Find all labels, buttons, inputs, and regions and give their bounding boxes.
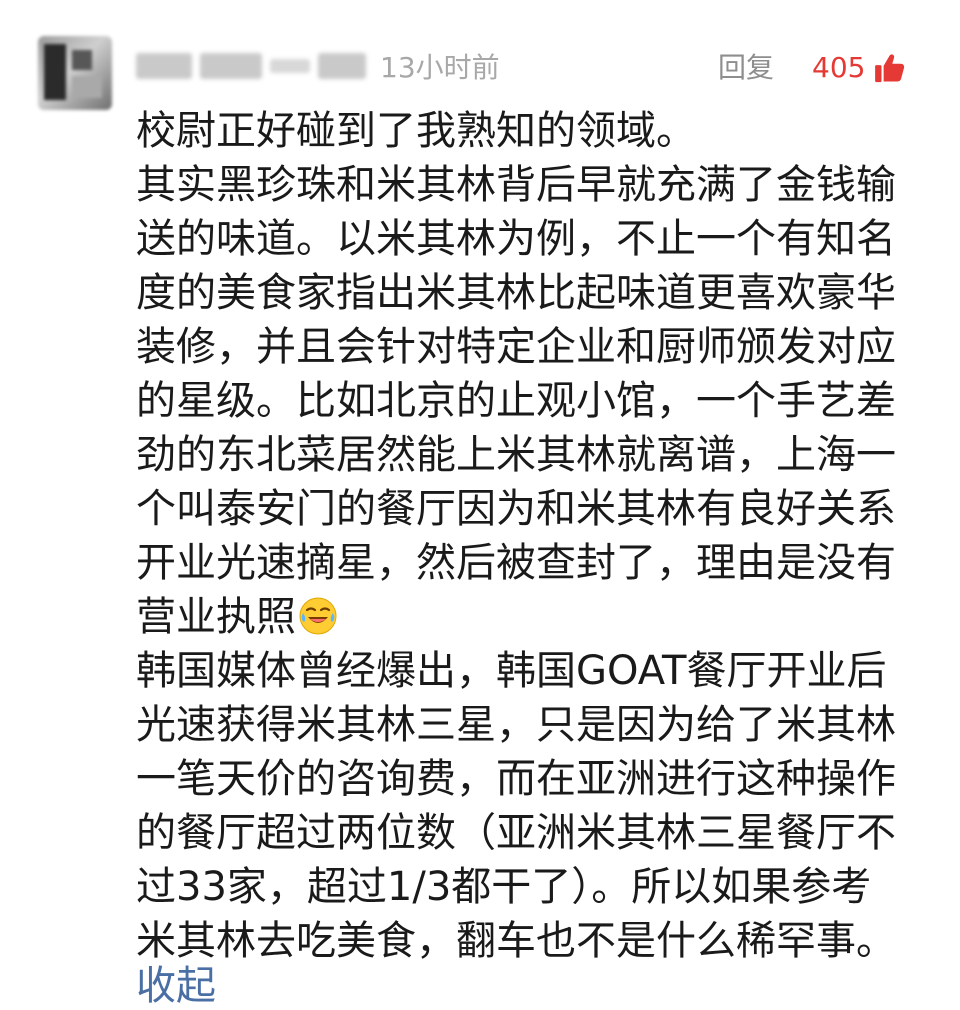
- comment-card: 13小时前 回复 405 校尉正好碰到了我熟知的领域。 其实黑珍珠和米其林背后早…: [0, 0, 960, 1009]
- comment-line: 一笔天价的咨询费，而在亚洲进行这种操作: [136, 756, 896, 802]
- avatar[interactable]: [38, 36, 112, 110]
- comment-line: 开业光速摘星，然后被查封了，理由是没有: [136, 540, 896, 586]
- comment-line: 的餐厅超过两位数（亚洲米其林三星餐厅不: [136, 810, 896, 856]
- avatar-pixel: [44, 44, 66, 100]
- comment-line-text: 营业执照: [136, 594, 296, 640]
- comment-line: 装修，并且会针对特定企业和厨师颁发对应: [136, 324, 896, 370]
- comment-line: 劲的东北菜居然能上米其林就离谱，上海一: [136, 432, 896, 478]
- comment-line: 过33家，超过1/3都干了）。所以如果参考: [136, 864, 872, 910]
- blur-block: [270, 59, 310, 73]
- comment-line: 其实黑珍珠和米其林背后早就充满了金钱输: [136, 162, 896, 208]
- crying-laughing-emoji-icon: [299, 597, 337, 635]
- avatar-pixel: [72, 76, 102, 98]
- comment-line: 的星级。比如北京的止观小馆，一个手艺差: [136, 378, 896, 424]
- comment-line: 校尉正好碰到了我熟知的领域。: [136, 108, 696, 154]
- comment-time: 13小时前: [380, 51, 500, 84]
- comment-line: 光速获得米其林三星，只是因为给了米其林: [136, 702, 896, 748]
- comment-body: 校尉正好碰到了我熟知的领域。 其实黑珍珠和米其林背后早就充满了金钱输 送的味道。…: [136, 104, 926, 968]
- comment-line-with-emoji: 营业执照: [136, 590, 926, 644]
- blur-block: [136, 53, 192, 79]
- comment-line: 韩国媒体曾经爆出，韩国GOAT餐厅开业后: [136, 648, 887, 694]
- thumbs-up-icon: [875, 54, 905, 83]
- comment-line: 送的味道。以米其林为例，不止一个有知名: [136, 216, 896, 262]
- like-button[interactable]: 405: [812, 48, 907, 88]
- avatar-pixel: [72, 50, 92, 70]
- comment-line: 米其林去吃美食，翻车也不是什么稀罕事。: [136, 918, 896, 964]
- blur-block: [200, 53, 262, 79]
- blur-block: [318, 53, 366, 79]
- comment-line: 度的美食家指出米其林比起味道更喜欢豪华: [136, 270, 896, 316]
- like-count: 405: [812, 51, 866, 84]
- comment-line: 个叫泰安门的餐厅因为和米其林有良好关系: [136, 486, 896, 532]
- reply-button[interactable]: 回复: [718, 48, 774, 88]
- username-blurred[interactable]: [136, 46, 372, 86]
